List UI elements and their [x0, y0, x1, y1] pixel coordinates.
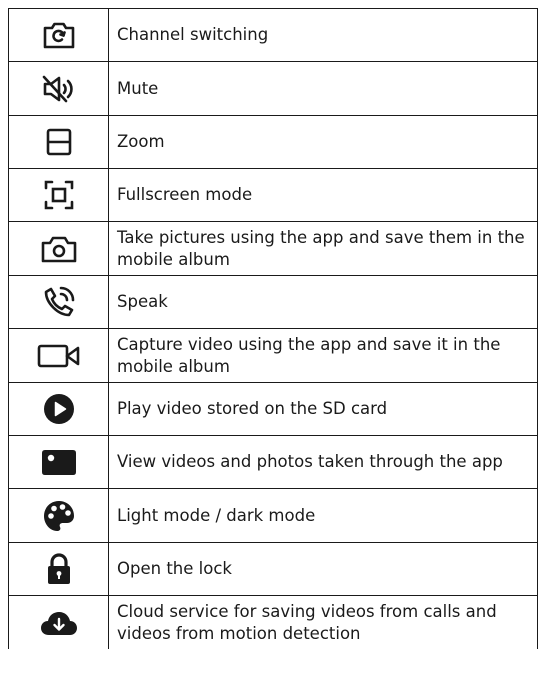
row-label: Capture video using the app and save it …	[109, 329, 538, 382]
camera-switch-icon	[42, 20, 76, 50]
row-label: Play video stored on the SD card	[109, 383, 538, 435]
palette-icon	[42, 499, 76, 533]
icon-cell	[8, 276, 109, 328]
icon-cell	[8, 436, 109, 488]
icon-cell	[8, 383, 109, 435]
table-row: Channel switching	[8, 8, 538, 61]
row-label: Mute	[109, 62, 538, 115]
table-row: View videos and photos taken through the…	[8, 435, 538, 488]
row-label: Speak	[109, 276, 538, 328]
mute-speaker-icon	[42, 74, 76, 104]
lock-open-icon	[44, 552, 74, 586]
play-circle-icon	[42, 392, 76, 426]
icon-cell	[8, 596, 109, 649]
row-label: Zoom	[109, 116, 538, 168]
icon-cell	[8, 543, 109, 595]
row-label: Open the lock	[109, 543, 538, 595]
row-label: Fullscreen mode	[109, 169, 538, 221]
table-row: Capture video using the app and save it …	[8, 328, 538, 382]
icon-cell	[8, 489, 109, 542]
table-row: Speak	[8, 275, 538, 328]
camera-icon	[40, 234, 78, 264]
phone-call-icon	[42, 285, 76, 319]
video-camera-icon	[36, 341, 82, 371]
icon-cell	[8, 169, 109, 221]
table-row: Light mode / dark mode	[8, 488, 538, 542]
table-row: Open the lock	[8, 542, 538, 595]
icon-cell	[8, 62, 109, 115]
row-label: View videos and photos taken through the…	[109, 436, 538, 488]
icon-cell	[8, 9, 109, 61]
icon-cell	[8, 116, 109, 168]
row-label: Channel switching	[109, 9, 538, 61]
table-row: Take pictures using the app and save the…	[8, 221, 538, 275]
table-row: Fullscreen mode	[8, 168, 538, 221]
zoom-split-icon	[44, 127, 74, 157]
row-label: Take pictures using the app and save the…	[109, 222, 538, 275]
table-row: Cloud service for saving videos from cal…	[8, 595, 538, 649]
row-label: Cloud service for saving videos from cal…	[109, 596, 538, 649]
icon-cell	[8, 329, 109, 382]
cloud-download-icon	[39, 608, 79, 638]
fullscreen-icon	[43, 179, 75, 211]
gallery-icon	[40, 447, 78, 477]
table-row: Play video stored on the SD card	[8, 382, 538, 435]
table-row: Zoom	[8, 115, 538, 168]
icon-legend-table: Channel switching Mute Zoom Fullscreen m…	[8, 8, 538, 676]
icon-cell	[8, 222, 109, 275]
row-label: Light mode / dark mode	[109, 489, 538, 542]
table-row: Mute	[8, 61, 538, 115]
